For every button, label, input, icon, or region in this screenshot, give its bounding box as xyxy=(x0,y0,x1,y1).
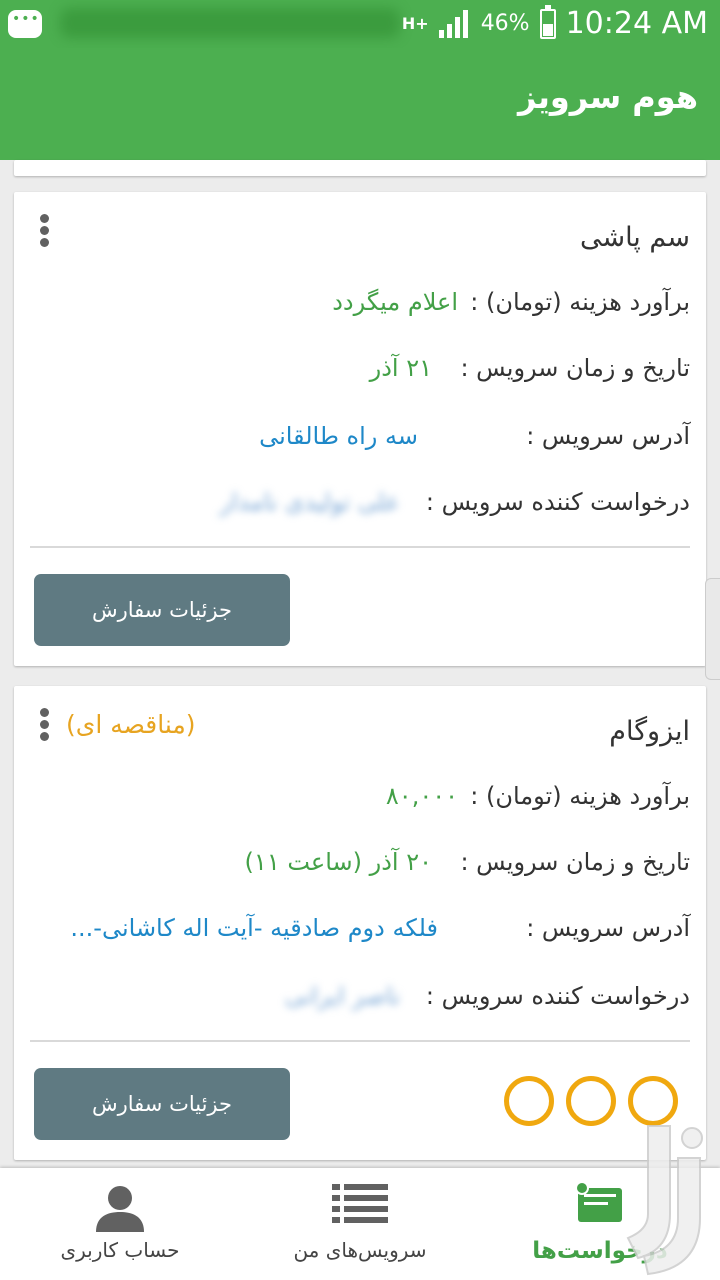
tender-badge: (مناقصه ای) xyxy=(66,710,196,739)
request-card: سم پاشی برآورد هزینه (تومان) : اعلام میگ… xyxy=(14,192,706,666)
app-title: هوم سرویز xyxy=(517,78,698,116)
more-options-icon[interactable] xyxy=(34,214,54,254)
requester-row: درخواست کننده سرویس : ناصر ایرانی xyxy=(285,982,690,1010)
divider xyxy=(30,546,690,548)
cost-value: اعلام میگردد xyxy=(332,288,458,316)
requester-row: درخواست کننده سرویس : علی تولیدی نامدار xyxy=(220,488,690,516)
cost-row: برآورد هزینه (تومان) : ۸۰,۰۰۰ xyxy=(386,782,690,810)
address-value[interactable]: فلکه دوم صادقیه -آیت اله کاشانی-... xyxy=(70,914,438,942)
address-value[interactable]: سه راه طالقانی xyxy=(259,422,418,450)
divider xyxy=(30,1040,690,1042)
nav-account-label: حساب کاربری xyxy=(60,1238,180,1262)
order-details-button[interactable]: جزئیات سفارش xyxy=(34,1068,290,1140)
signal-icon xyxy=(438,9,468,38)
address-row: آدرس سرویس : سه راه طالقانی xyxy=(259,422,690,450)
more-options-icon[interactable] xyxy=(34,708,54,748)
network-type-indicator: H+ xyxy=(401,13,429,33)
list-icon xyxy=(332,1184,388,1223)
date-row: تاریخ و زمان سرویس : ۲۱ آذر xyxy=(370,354,690,382)
rating-circle xyxy=(504,1076,554,1126)
nav-my-services-label: سرویس‌های من xyxy=(293,1238,427,1262)
side-drawer-handle[interactable] xyxy=(705,578,720,680)
requester-label: درخواست کننده سرویس : xyxy=(425,982,690,1010)
requester-value: ناصر ایرانی xyxy=(284,982,400,1010)
message-notification-icon xyxy=(8,10,42,38)
request-card: (مناقصه ای) ایزوگام برآورد هزینه (تومان)… xyxy=(14,686,706,1160)
date-value: ۲۱ آذر xyxy=(369,354,432,382)
cost-row: برآورد هزینه (تومان) : اعلام میگردد xyxy=(332,288,690,316)
cost-label: برآورد هزینه (تومان) : xyxy=(470,288,690,316)
service-name: سم پاشی xyxy=(579,222,690,253)
service-name: ایزوگام xyxy=(609,716,690,747)
cost-value: ۸۰,۰۰۰ xyxy=(385,782,458,810)
date-label: تاریخ و زمان سرویس : xyxy=(460,354,690,382)
status-bar: H+ 46% 10:24 AM xyxy=(0,0,720,48)
person-icon xyxy=(96,1186,144,1232)
store-logo-watermark-icon xyxy=(626,1125,703,1276)
clock: 10:24 AM xyxy=(565,6,708,41)
cost-label: برآورد هزینه (تومان) : xyxy=(470,782,690,810)
app-bar: هوم سرویز xyxy=(0,48,720,160)
requester-label: درخواست کننده سرویس : xyxy=(425,488,690,516)
order-details-button[interactable]: جزئیات سفارش xyxy=(34,574,290,646)
date-row: تاریخ و زمان سرویس : ۲۰ آذر (ساعت ۱۱) xyxy=(245,848,690,876)
date-value: ۲۰ آذر (ساعت ۱۱) xyxy=(244,848,432,876)
address-label: آدرس سرویس : xyxy=(526,422,690,450)
battery-percent: 46% xyxy=(480,11,530,36)
blurred-notification xyxy=(60,8,400,38)
address-row: آدرس سرویس : فلکه دوم صادقیه -آیت اله کا… xyxy=(70,914,690,942)
nav-account[interactable]: حساب کاربری xyxy=(0,1168,240,1280)
previous-card-edge xyxy=(14,160,706,176)
address-label: آدرس سرویس : xyxy=(526,914,690,942)
date-label: تاریخ و زمان سرویس : xyxy=(460,848,690,876)
requester-value: علی تولیدی نامدار xyxy=(219,488,400,516)
battery-icon xyxy=(539,4,556,39)
nav-my-services[interactable]: سرویس‌های من xyxy=(240,1168,480,1280)
